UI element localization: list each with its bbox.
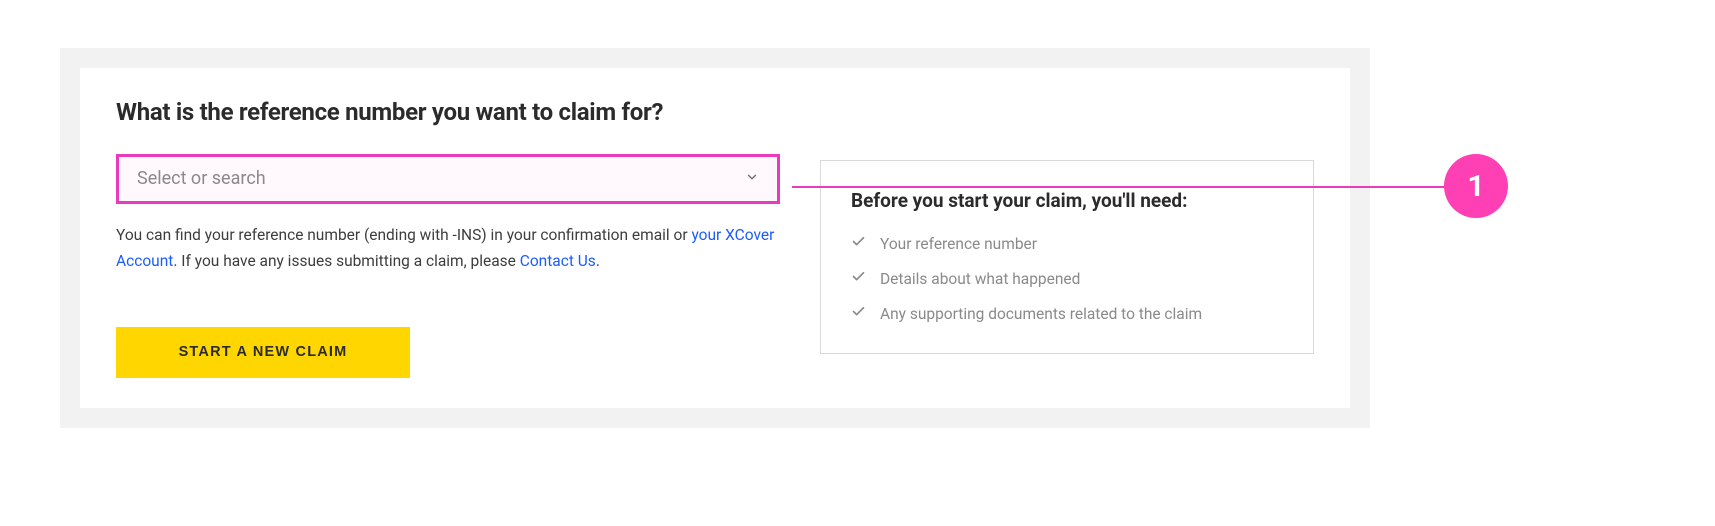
right-column: Before you start your claim, you'll need… bbox=[820, 98, 1314, 378]
checklist-item: Details about what happened bbox=[851, 269, 1283, 288]
info-title: Before you start your claim, you'll need… bbox=[851, 189, 1283, 212]
contact-us-link[interactable]: Contact Us bbox=[520, 252, 596, 270]
checklist-item-label: Details about what happened bbox=[880, 270, 1080, 288]
start-claim-button[interactable]: START A NEW CLAIM bbox=[116, 327, 410, 378]
info-box: Before you start your claim, you'll need… bbox=[820, 160, 1314, 354]
page-heading: What is the reference number you want to… bbox=[116, 98, 780, 126]
check-icon bbox=[851, 304, 866, 323]
helper-text-part3: . bbox=[596, 252, 600, 270]
helper-text-part1: You can find your reference number (endi… bbox=[116, 226, 691, 244]
checklist-item-label: Your reference number bbox=[880, 235, 1037, 253]
chevron-down-icon bbox=[745, 169, 759, 188]
check-icon bbox=[851, 269, 866, 288]
checklist-item-label: Any supporting documents related to the … bbox=[880, 305, 1202, 323]
select-placeholder: Select or search bbox=[137, 168, 266, 189]
left-column: What is the reference number you want to… bbox=[116, 98, 780, 378]
helper-text-part2: . If you have any issues submitting a cl… bbox=[173, 252, 519, 270]
page-background: What is the reference number you want to… bbox=[60, 48, 1370, 428]
checklist: Your reference number Details about what… bbox=[851, 234, 1283, 323]
helper-text: You can find your reference number (endi… bbox=[116, 222, 780, 275]
claim-card: What is the reference number you want to… bbox=[80, 68, 1350, 408]
reference-select[interactable]: Select or search bbox=[116, 154, 780, 204]
check-icon bbox=[851, 234, 866, 253]
checklist-item: Your reference number bbox=[851, 234, 1283, 253]
annotation-badge: 1 bbox=[1444, 154, 1508, 218]
annotation-line bbox=[792, 186, 1448, 188]
checklist-item: Any supporting documents related to the … bbox=[851, 304, 1283, 323]
